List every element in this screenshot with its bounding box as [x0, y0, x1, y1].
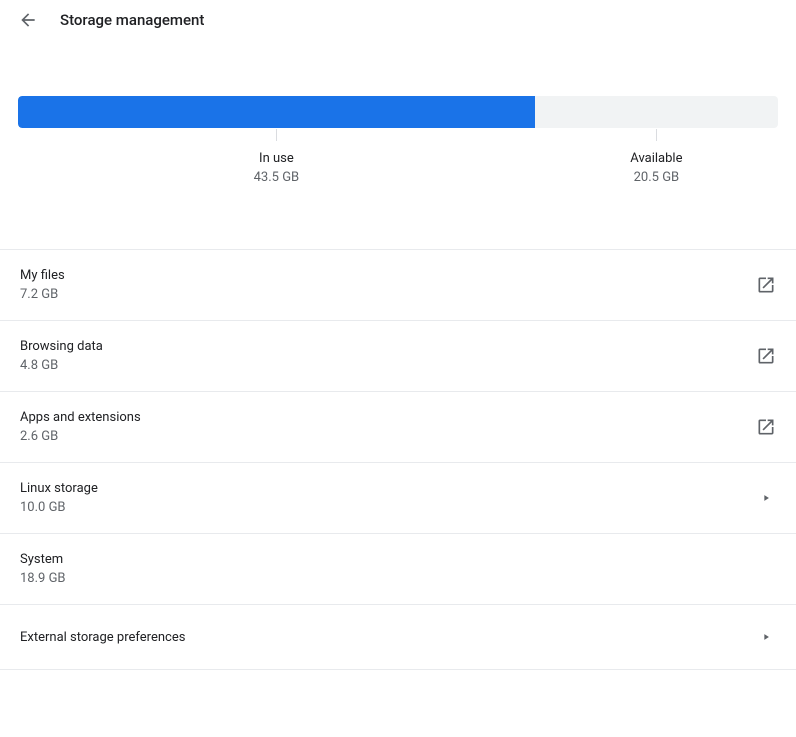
list-item-title: Apps and extensions: [20, 410, 141, 425]
available-value: 20.5 GB: [535, 170, 778, 185]
list-item-text: My files 7.2 GB: [20, 268, 65, 302]
in-use-label-group: In use 43.5 GB: [18, 129, 535, 185]
bar-tick: [656, 129, 657, 141]
available-label: Available: [535, 151, 778, 166]
list-item-title: My files: [20, 268, 65, 283]
linux-storage-row[interactable]: Linux storage 10.0 GB: [0, 463, 796, 534]
storage-chart: In use 43.5 GB Available 20.5 GB: [0, 40, 796, 185]
list-item-title: Browsing data: [20, 339, 103, 354]
in-use-value: 43.5 GB: [18, 170, 535, 185]
list-item-title: Linux storage: [20, 481, 98, 496]
list-item-text: Browsing data 4.8 GB: [20, 339, 103, 373]
in-use-label: In use: [18, 151, 535, 166]
list-item-text: Linux storage 10.0 GB: [20, 481, 98, 515]
storage-bar: [18, 96, 778, 128]
system-row: System 18.9 GB: [0, 534, 796, 605]
list-item-title: External storage preferences: [20, 630, 185, 645]
available-label-group: Available 20.5 GB: [535, 129, 778, 185]
bar-tick: [276, 129, 277, 141]
storage-bar-used: [18, 96, 535, 128]
list-item-text: External storage preferences: [20, 630, 185, 645]
list-item-subtitle: 2.6 GB: [20, 429, 141, 444]
list-item-subtitle: 7.2 GB: [20, 287, 65, 302]
chevron-right-icon: [756, 488, 776, 508]
open-external-icon: [756, 275, 776, 295]
list-item-text: System 18.9 GB: [20, 552, 66, 586]
list-item-text: Apps and extensions 2.6 GB: [20, 410, 141, 444]
storage-bar-labels: In use 43.5 GB Available 20.5 GB: [18, 129, 778, 185]
storage-list: My files 7.2 GB Browsing data 4.8 GB App…: [0, 249, 796, 670]
list-item-subtitle: 10.0 GB: [20, 500, 98, 515]
external-storage-row[interactable]: External storage preferences: [0, 605, 796, 670]
list-item-title: System: [20, 552, 66, 567]
page-header: Storage management: [0, 0, 796, 40]
my-files-row[interactable]: My files 7.2 GB: [0, 250, 796, 321]
browsing-data-row[interactable]: Browsing data 4.8 GB: [0, 321, 796, 392]
arrow-back-icon: [18, 10, 38, 30]
list-item-subtitle: 18.9 GB: [20, 571, 66, 586]
open-external-icon: [756, 417, 776, 437]
page-title: Storage management: [60, 11, 204, 29]
list-item-subtitle: 4.8 GB: [20, 358, 103, 373]
apps-extensions-row[interactable]: Apps and extensions 2.6 GB: [0, 392, 796, 463]
chevron-right-icon: [756, 627, 776, 647]
back-button[interactable]: [18, 10, 38, 30]
open-external-icon: [756, 346, 776, 366]
